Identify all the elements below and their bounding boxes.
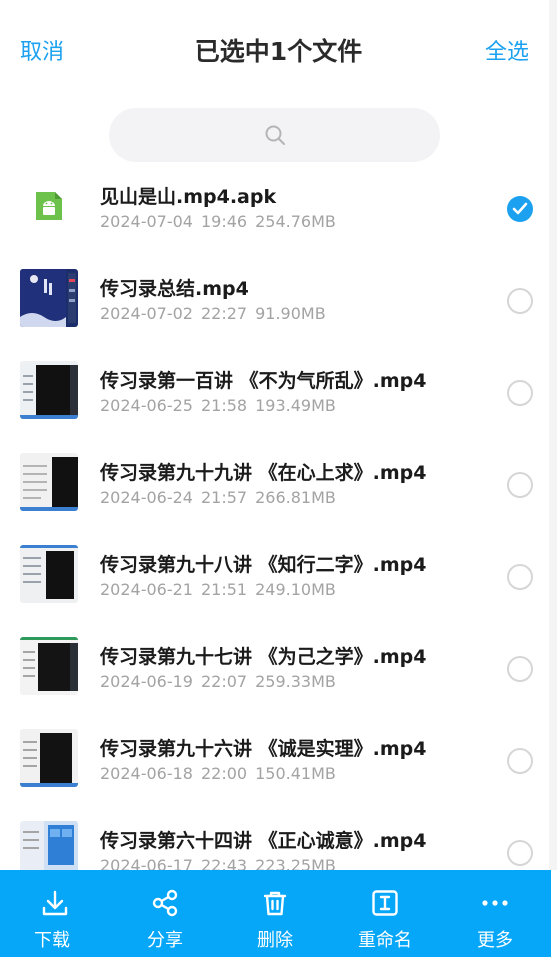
rename-icon	[372, 890, 398, 916]
file-name: 传习录第九十七讲 《为己之学》.mp4	[100, 646, 427, 668]
list-item[interactable]: 传习录第九十六讲 《诚是实理》.mp4 2024-06-18 22:00 150.4…	[0, 714, 557, 806]
download-button[interactable]: 下载	[0, 870, 110, 957]
bottom-toolbar: 下载 分享 删除 重命名 更多	[0, 870, 551, 957]
video-thumbnail	[20, 361, 78, 419]
list-item[interactable]: 传习录第九十七讲 《为己之学》.mp4 2024-06-19 22:07 259.3…	[0, 622, 557, 714]
file-time: 19:46	[200, 212, 248, 231]
video-thumbnail	[20, 729, 78, 787]
list-item[interactable]: 传习录第六十四讲 《正心诚意》.mp4 2024-06-17 22:43 223.2…	[0, 806, 557, 870]
file-name: 传习录第六十四讲 《正心诚意》.mp4	[100, 830, 427, 852]
share-icon	[152, 889, 178, 917]
search-icon	[265, 125, 285, 145]
rename-label: 重命名	[358, 930, 412, 951]
list-item[interactable]: 传习录总结.mp4 2024-07-02 22:27 91.90MB	[0, 254, 557, 346]
video-thumbnail	[20, 453, 78, 511]
more-label: 更多	[477, 930, 513, 951]
selection-checkbox[interactable]	[507, 564, 533, 590]
file-meta: 2024-06-24 21:57 266.81MB	[100, 488, 336, 507]
file-size: 150.41MB	[255, 764, 336, 783]
file-size: 91.90MB	[255, 304, 326, 323]
file-date: 2024-06-19	[100, 672, 193, 691]
header: 取消 已选中1个文件 全选	[0, 0, 557, 100]
selection-checkbox[interactable]	[507, 472, 533, 498]
share-label: 分享	[147, 930, 183, 951]
file-size: 266.81MB	[255, 488, 336, 507]
file-meta: 2024-06-19 22:07 259.33MB	[100, 672, 336, 691]
file-meta: 2024-07-04 19:46 254.76MB	[100, 212, 336, 231]
select-all-button[interactable]: 全选	[485, 34, 529, 66]
file-name: 传习录第九十六讲 《诚是实理》.mp4	[100, 738, 427, 760]
list-item[interactable]: 见山是山.mp4.apk 2024-07-04 19:46 254.76MB	[0, 162, 557, 254]
file-size: 193.49MB	[255, 396, 336, 415]
selection-checkbox[interactable]	[507, 380, 533, 406]
file-date: 2024-06-24	[100, 488, 193, 507]
file-meta: 2024-07-02 22:27 91.90MB	[100, 304, 326, 323]
file-size: 223.25MB	[255, 856, 336, 870]
file-name: 传习录总结.mp4	[100, 278, 249, 300]
delete-button[interactable]: 删除	[220, 870, 330, 957]
file-name: 传习录第九十九讲 《在心上求》.mp4	[100, 462, 427, 484]
checkmark-icon	[512, 202, 528, 215]
selection-checkbox[interactable]	[507, 748, 533, 774]
file-time: 22:27	[200, 304, 248, 323]
file-date: 2024-06-25	[100, 396, 193, 415]
file-time: 21:58	[200, 396, 248, 415]
file-date: 2024-07-04	[100, 212, 193, 231]
file-time: 22:00	[200, 764, 248, 783]
list-item[interactable]: 传习录第一百讲 《不为气所乱》.mp4 2024-06-25 21:58 193.4…	[0, 346, 557, 438]
video-thumbnail	[20, 545, 78, 603]
selection-checkbox[interactable]	[507, 656, 533, 682]
file-time: 21:57	[200, 488, 248, 507]
video-thumbnail	[20, 637, 78, 695]
file-date: 2024-06-21	[100, 580, 193, 599]
file-size: 254.76MB	[255, 212, 336, 231]
file-meta: 2024-06-25 21:58 193.49MB	[100, 396, 336, 415]
selection-checkbox[interactable]	[507, 840, 533, 866]
file-time: 22:43	[200, 856, 248, 870]
rename-button[interactable]: 重命名	[330, 870, 440, 957]
list-item[interactable]: 传习录第九十九讲 《在心上求》.mp4 2024-06-24 21:57 266.8…	[0, 438, 557, 530]
file-date: 2024-07-02	[100, 304, 193, 323]
file-name: 传习录第九十八讲 《知行二字》.mp4	[100, 554, 427, 576]
share-button[interactable]: 分享	[110, 870, 220, 957]
file-date: 2024-06-17	[100, 856, 193, 870]
file-meta: 2024-06-17 22:43 223.25MB	[100, 856, 336, 870]
more-icon	[482, 900, 508, 906]
file-date: 2024-06-18	[100, 764, 193, 783]
file-meta: 2024-06-21 21:51 249.10MB	[100, 580, 336, 599]
file-meta: 2024-06-18 22:00 150.41MB	[100, 764, 336, 783]
more-button[interactable]: 更多	[440, 870, 550, 957]
file-size: 249.10MB	[255, 580, 336, 599]
trash-icon	[263, 891, 287, 916]
download-icon	[42, 890, 68, 916]
page-title: 已选中1个文件	[194, 37, 363, 66]
file-list: 见山是山.mp4.apk 2024-07-04 19:46 254.76MB 传…	[0, 162, 557, 870]
android-apk-icon	[20, 177, 78, 235]
file-size: 259.33MB	[255, 672, 336, 691]
video-thumbnail	[20, 269, 78, 327]
selection-checkbox[interactable]	[507, 288, 533, 314]
file-time: 21:51	[200, 580, 248, 599]
file-name: 见山是山.mp4.apk	[100, 186, 277, 208]
delete-label: 删除	[257, 930, 293, 951]
video-thumbnail	[20, 821, 78, 870]
list-item[interactable]: 传习录第九十八讲 《知行二字》.mp4 2024-06-21 21:51 249.1…	[0, 530, 557, 622]
file-name: 传习录第一百讲 《不为气所乱》.mp4	[100, 370, 427, 392]
selection-checkbox-checked[interactable]	[507, 196, 533, 222]
download-label: 下载	[34, 930, 70, 951]
search-bar[interactable]	[109, 108, 440, 162]
file-time: 22:07	[200, 672, 248, 691]
scrollbar[interactable]	[549, 0, 557, 870]
